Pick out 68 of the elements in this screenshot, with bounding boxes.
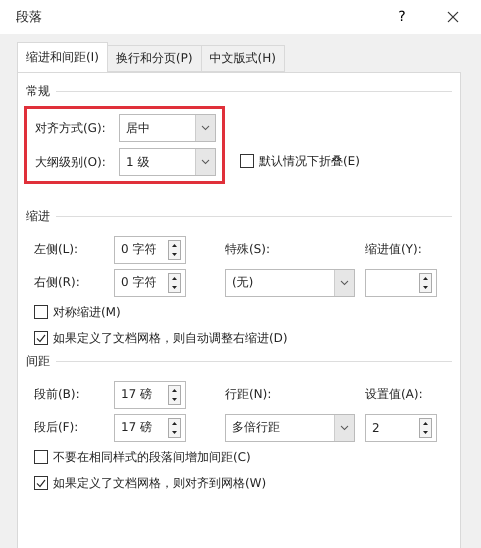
caret-icon xyxy=(340,280,349,286)
caret-icon xyxy=(340,424,349,430)
spin-up-button[interactable] xyxy=(169,240,180,250)
field-label: 段前(B): xyxy=(33,386,81,403)
down-arrow-icon xyxy=(172,286,177,288)
checkbox-box[interactable] xyxy=(34,450,48,464)
outline-level-select[interactable]: 1 级 xyxy=(119,148,216,176)
spin-up-button[interactable] xyxy=(420,274,431,282)
field-label: 对齐方式(G): xyxy=(34,120,107,136)
section-heading: 缩进 xyxy=(26,208,50,225)
checkbox[interactable]: 如果定义了文档网格，则对齐到网格(W) xyxy=(26,470,452,496)
checkbox-label: 不要在相同样式的段落间增加间距(C) xyxy=(53,448,251,466)
spin-up-button[interactable] xyxy=(169,386,180,394)
window-title: 段落 xyxy=(16,9,43,26)
field-label: 右侧(R): xyxy=(33,274,81,291)
checkbox[interactable]: 不要在相同样式的段落间增加间距(C) xyxy=(26,444,452,470)
checkbox-label: 对称缩进(M) xyxy=(53,304,121,320)
special-select[interactable]: (无) xyxy=(225,268,355,296)
field-label: 缩进值(Y): xyxy=(365,241,423,258)
caret-icon xyxy=(201,159,210,165)
down-arrow-icon xyxy=(423,286,428,288)
field-label: 行距(N): xyxy=(225,386,272,403)
section-heading: 间距 xyxy=(26,353,50,370)
down-arrow-icon xyxy=(172,430,177,434)
caret-icon xyxy=(201,125,210,131)
spin-up-button[interactable] xyxy=(169,274,180,282)
checkbox-box[interactable] xyxy=(240,154,254,168)
checkbox-label: 默认情况下折叠(E) xyxy=(259,152,360,170)
up-arrow-icon xyxy=(423,276,428,280)
check-icon xyxy=(36,334,46,342)
up-arrow-icon xyxy=(172,388,177,392)
field-label: 设置值(A): xyxy=(365,386,424,403)
down-arrow-icon xyxy=(172,398,177,400)
checkbox-box[interactable] xyxy=(34,331,48,345)
checkbox[interactable]: 默认情况下折叠(E) xyxy=(232,148,360,174)
field-label: 特殊(S): xyxy=(225,241,272,258)
line-spacing-select[interactable]: 多倍行距 xyxy=(225,414,355,442)
spin-up-button[interactable] xyxy=(169,418,180,428)
up-arrow-icon xyxy=(172,276,177,280)
up-arrow-icon xyxy=(172,244,177,246)
help-button[interactable]: ? xyxy=(387,4,417,30)
checkbox-box[interactable] xyxy=(34,476,48,490)
field-label: 段后(F): xyxy=(33,419,80,436)
checkbox-box[interactable] xyxy=(34,305,48,319)
indent-by-field[interactable] xyxy=(365,268,437,296)
up-arrow-icon xyxy=(172,422,177,424)
tab[interactable]: 中文版式(H) xyxy=(200,45,285,72)
left-indent-field[interactable]: 0 字符 xyxy=(114,236,186,264)
check-icon xyxy=(36,478,46,488)
field-label: 左侧(L): xyxy=(33,241,80,258)
alignment-select[interactable]: 居中 xyxy=(119,114,216,142)
spacing-before-field[interactable]: 17 磅 xyxy=(114,380,186,408)
tab[interactable]: 缩进和间距(I) xyxy=(17,42,108,72)
field-label: 大纲级别(O): xyxy=(34,154,107,170)
close-icon xyxy=(447,11,459,23)
down-arrow-icon xyxy=(172,252,177,256)
down-arrow-icon xyxy=(423,430,428,434)
checkbox[interactable]: 如果定义了文档网格，则自动调整右缩进(D) xyxy=(26,325,452,351)
up-arrow-icon xyxy=(423,422,428,424)
spin-up-button[interactable] xyxy=(420,418,431,428)
checkbox[interactable]: 对称缩进(M) xyxy=(26,299,452,325)
tab[interactable]: 换行和分页(P) xyxy=(106,45,202,72)
checkbox-label: 如果定义了文档网格，则对齐到网格(W) xyxy=(53,474,266,492)
spacing-after-field[interactable]: 17 磅 xyxy=(114,414,186,442)
right-indent-field[interactable]: 0 字符 xyxy=(114,268,186,296)
section-heading: 常规 xyxy=(26,83,50,100)
checkbox-label: 如果定义了文档网格，则自动调整右缩进(D) xyxy=(53,330,288,346)
spacing-value-field[interactable]: 2 xyxy=(365,414,437,442)
